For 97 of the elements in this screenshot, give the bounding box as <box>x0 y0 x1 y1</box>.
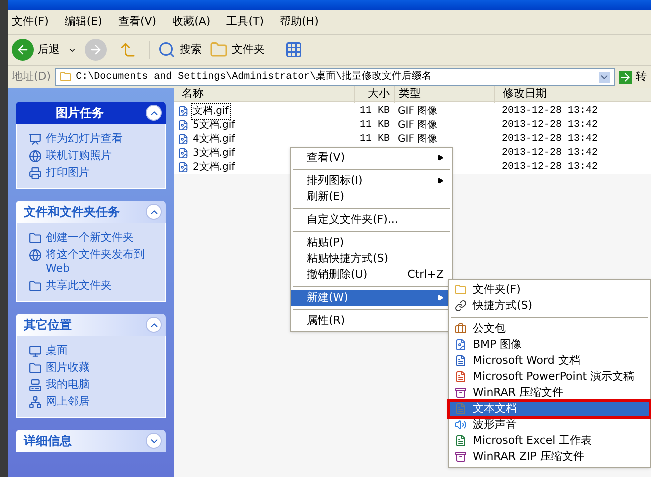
presentation-file-icon <box>455 371 467 383</box>
table-cell-text: 2013-12-28 13:42 <box>501 146 600 160</box>
file-name[interactable]: 4文档.gif <box>191 132 238 146</box>
menu-item[interactable]: WinRAR ZIP 压缩文件 <box>449 449 650 465</box>
menu-item[interactable]: 刷新(E) <box>291 189 452 205</box>
collapse-button[interactable] <box>146 204 162 220</box>
menu-item[interactable]: Microsoft Excel 工作表 <box>449 433 650 449</box>
menu-bar-item[interactable]: 帮助(H) <box>280 14 319 30</box>
task-link[interactable]: 图片收藏 <box>46 361 90 375</box>
menu-bar-item[interactable]: 工具(T) <box>226 14 264 30</box>
menu-item[interactable]: 快捷方式(S) <box>449 298 650 314</box>
menu-item[interactable]: 公文包 <box>449 321 650 337</box>
menu-item[interactable]: 波形声音 <box>449 417 650 433</box>
table-cell-text: GIF 图像 <box>397 118 439 132</box>
task-link[interactable]: 打印图片 <box>46 166 90 180</box>
collapse-button[interactable] <box>146 317 162 333</box>
task-link[interactable]: 创建一个新文件夹 <box>46 231 134 245</box>
table-cell-text: 2013-12-28 13:42 <box>501 104 600 118</box>
task-link[interactable]: 桌面 <box>46 344 68 358</box>
dropdown-caret-icon[interactable] <box>599 72 610 82</box>
menu-item[interactable]: Microsoft PowerPoint 演示文稿 <box>449 369 650 385</box>
menu-bar-item[interactable]: 文件(F) <box>12 14 49 30</box>
table-cell-text: 2013-12-28 13:42 <box>501 160 600 174</box>
spreadsheet-icon <box>455 435 467 447</box>
image-file-icon <box>178 162 189 172</box>
desktop-icon <box>29 345 42 358</box>
menu-item[interactable]: 文本文档 <box>449 401 650 417</box>
archive-icon <box>455 451 467 463</box>
address-field[interactable]: C:\Documents and Settings\Administrator\桌面\批量修改文件后缀名 <box>55 68 615 86</box>
collapse-button[interactable] <box>146 105 162 121</box>
search-icon <box>158 41 176 59</box>
menu-item[interactable]: 粘贴快捷方式(S) <box>291 251 452 267</box>
menu-item[interactable]: 排列图标(I) <box>291 173 452 189</box>
table-cell-text: GIF 图像 <box>397 104 439 118</box>
task-link[interactable]: 作为幻灯片查看 <box>46 132 123 146</box>
task-link[interactable]: 网上邻居 <box>46 395 90 409</box>
file-name[interactable]: 5文档.gif <box>191 118 238 132</box>
address-label: 地址(D) <box>12 68 52 85</box>
task-link[interactable]: 我的电脑 <box>46 378 90 392</box>
printer-icon <box>29 167 42 180</box>
archive-icon <box>455 387 467 399</box>
task-link[interactable]: 联机订购照片 <box>46 149 112 163</box>
views-icon[interactable] <box>285 41 303 59</box>
menu-item[interactable]: 撤销删除(U) Ctrl+Z <box>291 267 452 283</box>
text-file-icon <box>455 403 467 415</box>
menu-item[interactable]: 属性(R) <box>291 313 452 329</box>
panel-title: 详细信息 <box>24 433 72 450</box>
folder-icon <box>29 362 42 375</box>
panel-title: 其它位置 <box>24 317 72 334</box>
task-link[interactable]: 共享此文件夹 <box>46 279 112 293</box>
folder-icon <box>60 71 72 83</box>
table-cell-text: 2013-12-28 13:42 <box>501 132 600 146</box>
menu-item[interactable]: BMP 图像 <box>449 337 650 353</box>
menu-item[interactable]: WinRAR 压缩文件 <box>449 385 650 401</box>
projector-icon <box>29 133 42 146</box>
file-name[interactable]: 2文档.gif <box>191 160 238 174</box>
briefcase-icon <box>455 323 467 335</box>
image-file-icon <box>178 106 189 116</box>
panel-title: 文件和文件夹任务 <box>24 204 120 221</box>
folders-button[interactable]: 文件夹 <box>210 41 265 59</box>
table-cell-text: GIF 图像 <box>397 132 439 146</box>
menu-item[interactable]: 粘贴(P) <box>291 235 452 251</box>
search-button[interactable]: 搜索 <box>149 41 202 59</box>
shortcut-icon <box>455 300 467 312</box>
menu-bar-item[interactable]: 编辑(E) <box>64 14 102 30</box>
file-name[interactable]: 3文档.gif <box>191 146 238 160</box>
folder-icon <box>29 232 42 245</box>
image-file-icon <box>178 148 189 158</box>
image-file-icon <box>178 134 189 144</box>
file-name[interactable]: 文档.gif <box>191 102 231 120</box>
network-icon <box>29 396 42 409</box>
computer-icon <box>29 379 42 392</box>
globe-icon <box>29 150 42 163</box>
go-button[interactable]: 转 <box>619 68 647 86</box>
document-icon <box>455 355 467 367</box>
menu-bar-item[interactable]: 查看(V) <box>118 14 157 30</box>
menu-item[interactable]: 自定义文件夹(F)... <box>291 212 452 228</box>
menu-item[interactable]: 文件夹(F) <box>449 282 650 298</box>
expand-button[interactable] <box>146 433 162 449</box>
folder-icon <box>455 284 467 296</box>
sound-icon <box>455 419 467 431</box>
menu-item[interactable]: 查看(V) <box>291 150 452 166</box>
task-link[interactable]: 将这个文件夹发布到 Web <box>46 248 145 276</box>
table-cell-text: 11 KB <box>358 104 391 118</box>
table-cell-text: 2013-12-28 13:42 <box>501 118 600 132</box>
panel-title: 图片任务 <box>55 105 104 122</box>
folder-icon <box>29 280 42 293</box>
folder-icon <box>210 41 228 59</box>
image-file-icon <box>455 339 467 351</box>
back-button[interactable]: 后退 <box>12 39 60 61</box>
globe-icon <box>29 249 42 262</box>
menu-item[interactable]: Microsoft Word 文档 <box>449 353 650 369</box>
table-cell-text: 11 KB <box>358 118 391 132</box>
menu-bar-item[interactable]: 收藏(A) <box>172 14 211 30</box>
column-header: 名称 大小 类型 修改日期 <box>174 88 651 102</box>
table-cell-text: 11 KB <box>358 132 391 146</box>
image-file-icon <box>178 120 189 130</box>
